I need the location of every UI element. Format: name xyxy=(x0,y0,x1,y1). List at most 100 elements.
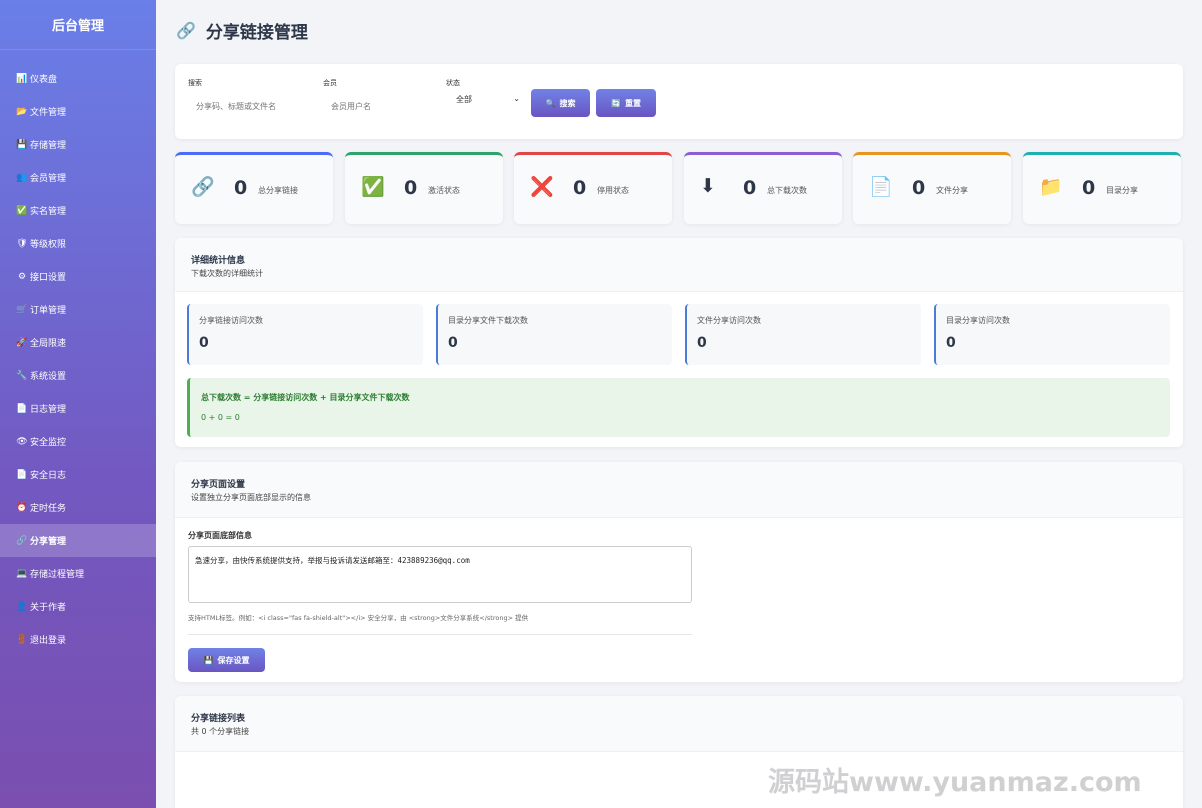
sidebar-item-icon: 🚪 xyxy=(16,634,28,645)
sidebar-item-icon: 👁 xyxy=(16,436,28,447)
formula-title: 总下载次数 = 分享链接访问次数 + 目录分享文件下载次数 xyxy=(201,393,410,402)
detail-stat-label: 目录分享访问次数 xyxy=(946,316,1010,325)
status-select[interactable]: 全部 ⌄ xyxy=(446,94,520,105)
sidebar-item-icon: 🔗 xyxy=(16,535,28,546)
sidebar-item-label: 会员管理 xyxy=(30,174,67,184)
sidebar-item[interactable]: 📂 文件管理 xyxy=(0,95,156,128)
keyword-input[interactable] xyxy=(188,102,308,111)
detail-title: 详细统计信息 xyxy=(191,256,246,266)
sidebar-item[interactable]: 🚪 退出登录 xyxy=(0,623,156,656)
footer-info-textarea[interactable]: 急速分享，由快传系统提供支持，举报与投诉请发送邮箱至：423889236@qq.… xyxy=(188,546,692,603)
detail-stat-label: 目录分享文件下载次数 xyxy=(448,316,528,325)
list-title: 分享链接列表 xyxy=(191,714,246,724)
sidebar-item[interactable]: 🚀 全局限速 xyxy=(0,326,156,359)
stat-value: 0 xyxy=(1082,177,1096,199)
sidebar-item-icon: 📄 xyxy=(16,469,28,480)
sidebar-item-icon: ⏰ xyxy=(16,502,28,513)
sidebar-item-icon: 🛡 xyxy=(16,238,28,249)
search-button-label: 搜索 xyxy=(559,98,576,108)
sidebar-item[interactable]: 🔗 分享管理 xyxy=(0,524,156,557)
detail-header: 详细统计信息 下载次数的详细统计 xyxy=(175,238,1183,292)
sidebar-item[interactable]: 👤 关于作者 xyxy=(0,590,156,623)
sidebar-item[interactable]: ⏰ 定时任务 xyxy=(0,491,156,524)
stat-icon: 🔗 xyxy=(191,176,215,198)
stat-label: 目录分享 xyxy=(1106,186,1138,195)
detail-stat-label: 文件分享访问次数 xyxy=(697,316,761,325)
sidebar-item[interactable]: 💾 存储管理 xyxy=(0,128,156,161)
detail-subtitle: 下载次数的详细统计 xyxy=(191,269,263,278)
sidebar-item-icon: 👥 xyxy=(16,172,28,183)
sidebar-item-label: 存储过程管理 xyxy=(30,570,85,580)
sidebar-item-label: 订单管理 xyxy=(30,306,67,316)
stat-icon: 📄 xyxy=(869,176,893,198)
sidebar-item-icon: 📂 xyxy=(16,106,28,117)
sidebar-item-label: 分享管理 xyxy=(30,537,67,547)
sidebar-item-label: 定时任务 xyxy=(30,504,67,514)
refresh-icon: 🔄 xyxy=(611,98,621,108)
sidebar-item[interactable]: 💻 存储过程管理 xyxy=(0,557,156,590)
list-subtitle: 共 0 个分享链接 xyxy=(191,727,250,736)
stat-label: 总分享链接 xyxy=(258,186,298,195)
settings-header: 分享页面设置 设置独立分享页面底部显示的信息 xyxy=(175,462,1183,518)
sidebar-item[interactable]: 🔧 系统设置 xyxy=(0,359,156,392)
sidebar-item-label: 存储管理 xyxy=(30,141,67,151)
sidebar-item-icon: 💻 xyxy=(16,568,28,579)
settings-subtitle: 设置独立分享页面底部显示的信息 xyxy=(191,493,311,502)
watermark: 源码站www.yuanmaz.com xyxy=(768,767,1142,798)
page-title: 🔗 分享链接管理 xyxy=(176,18,308,43)
stat-value: 0 xyxy=(573,177,587,199)
sidebar-item-icon: 🔧 xyxy=(16,370,28,381)
sidebar-item-label: 等级权限 xyxy=(30,240,67,250)
search-button[interactable]: 🔍 搜索 xyxy=(531,89,590,117)
stat-icon: ✅ xyxy=(361,176,385,198)
sidebar-item-label: 关于作者 xyxy=(30,603,67,613)
page-title-text: 分享链接管理 xyxy=(205,23,308,43)
sidebar-item[interactable]: 📊 仪表盘 xyxy=(0,62,156,95)
detail-stat-value: 0 xyxy=(199,335,209,351)
formula-value: 0 + 0 = 0 xyxy=(201,413,240,422)
sidebar-brand: 后台管理 xyxy=(0,0,156,50)
detail-stat-item: 目录分享访问次数 0 xyxy=(934,304,1170,365)
status-field: 状态 全部 ⌄ xyxy=(446,78,520,105)
sidebar-item-label: 安全监控 xyxy=(30,438,67,448)
member-input[interactable] xyxy=(323,102,433,111)
sidebar-item-label: 文件管理 xyxy=(30,108,67,118)
detail-stat-value: 0 xyxy=(448,335,458,351)
sidebar-item[interactable]: 👁 安全监控 xyxy=(0,425,156,458)
status-label: 状态 xyxy=(446,79,460,87)
stat-value: 0 xyxy=(404,177,418,199)
save-settings-button[interactable]: 💾 保存设置 xyxy=(188,648,265,672)
detail-stat-item: 目录分享文件下载次数 0 xyxy=(436,304,672,365)
sidebar-item[interactable]: 📄 安全日志 xyxy=(0,458,156,491)
stat-card: ❌ 0 停用状态 xyxy=(514,152,672,224)
sidebar-item[interactable]: 📄 日志管理 xyxy=(0,392,156,425)
settings-title: 分享页面设置 xyxy=(191,480,246,490)
sidebar-item-icon: 👤 xyxy=(16,601,28,612)
sidebar-item-icon: 📄 xyxy=(16,403,28,414)
sidebar: 后台管理 📊 仪表盘 📂 文件管理 💾 存储管理 👥 会员管理 ✅ 实名管理 🛡 等级权限 ⚙ 接口设置 🛒… xyxy=(0,0,156,808)
chevron-down-icon: ⌄ xyxy=(513,94,520,103)
detail-stats-panel: 详细统计信息 下载次数的详细统计 分享链接访问次数 0 目录分享文件下载次数 0 文件分… xyxy=(175,238,1183,447)
sidebar-item-label: 安全日志 xyxy=(30,471,67,481)
reset-button[interactable]: 🔄 重置 xyxy=(596,89,656,117)
sidebar-item[interactable]: ✅ 实名管理 xyxy=(0,194,156,227)
sidebar-item-label: 实名管理 xyxy=(30,207,67,217)
sidebar-item[interactable]: 🛡 等级权限 xyxy=(0,227,156,260)
sidebar-item-icon: 🚀 xyxy=(16,337,28,348)
footer-info-hint: 支持HTML标签。例如：<i class="fas fa-shield-alt"… xyxy=(188,614,529,622)
sidebar-item-icon: 💾 xyxy=(16,139,28,150)
member-label: 会员 xyxy=(323,79,337,87)
sidebar-item-label: 日志管理 xyxy=(30,405,67,415)
stat-card: ⬇ 0 总下载次数 xyxy=(684,152,842,224)
stat-icon: 📁 xyxy=(1039,176,1063,198)
stat-label: 停用状态 xyxy=(597,186,629,195)
reset-button-label: 重置 xyxy=(624,98,641,108)
stat-label: 文件分享 xyxy=(936,186,968,195)
link-icon: 🔗 xyxy=(176,21,196,40)
sidebar-item[interactable]: ⚙ 接口设置 xyxy=(0,260,156,293)
sidebar-item[interactable]: 🛒 订单管理 xyxy=(0,293,156,326)
stat-icon: ⬇ xyxy=(700,175,716,197)
sidebar-item[interactable]: 👥 会员管理 xyxy=(0,161,156,194)
keyword-field: 搜索 xyxy=(188,78,308,113)
share-page-settings-panel: 分享页面设置 设置独立分享页面底部显示的信息 分享页面底部信息 急速分享，由快传… xyxy=(175,462,1183,682)
